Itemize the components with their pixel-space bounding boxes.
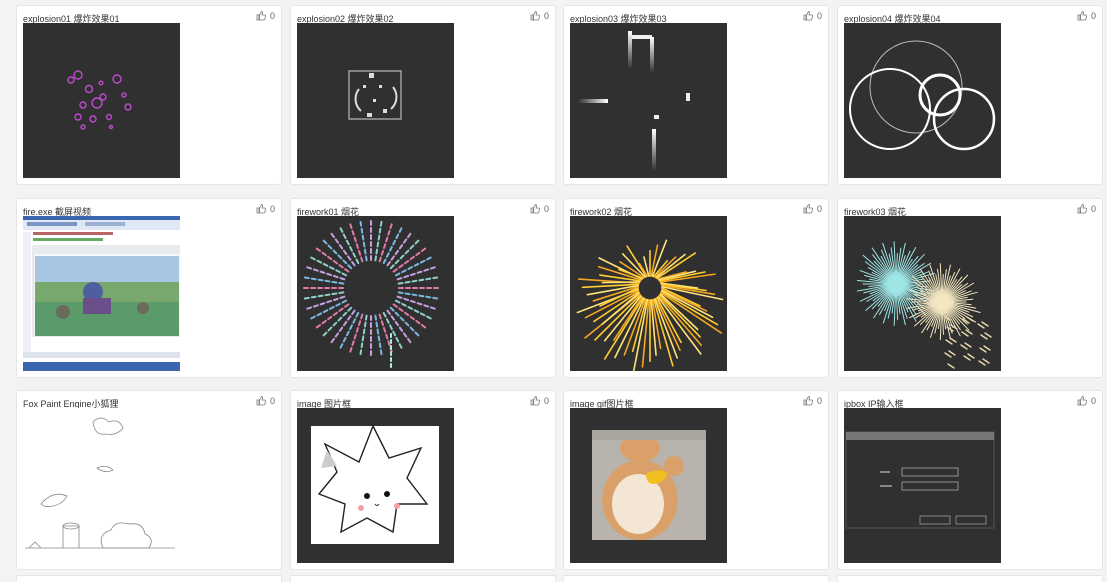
like-count: 0 xyxy=(816,396,822,406)
thumbnail[interactable] xyxy=(570,23,727,178)
project-card[interactable]: firework03 烟花 0 xyxy=(837,198,1103,378)
like-count: 0 xyxy=(816,11,822,21)
like-button[interactable]: 0 xyxy=(1077,11,1096,21)
project-card-partial xyxy=(563,575,829,582)
project-card-partial xyxy=(837,575,1103,582)
gif-preview xyxy=(592,430,706,540)
like-count: 0 xyxy=(543,396,549,406)
like-button[interactable]: 0 xyxy=(1077,204,1096,214)
project-card-partial xyxy=(290,575,556,582)
like-button[interactable]: 0 xyxy=(803,11,822,21)
screen-recording-preview xyxy=(23,216,180,371)
thumbs-up-icon xyxy=(1077,204,1087,214)
thumbnail[interactable] xyxy=(23,408,180,563)
thumbs-up-icon xyxy=(803,11,813,21)
thumbnail[interactable] xyxy=(844,408,1001,563)
like-count: 0 xyxy=(543,204,549,214)
project-card[interactable]: explosion01 爆炸效果01 0 xyxy=(16,5,282,185)
thumbs-up-icon xyxy=(530,396,540,406)
like-count: 0 xyxy=(1090,11,1096,21)
thumbnail[interactable] xyxy=(23,216,180,371)
thumbs-up-icon xyxy=(256,396,266,406)
thumbnail[interactable] xyxy=(23,23,180,178)
explosion-preview xyxy=(348,70,402,120)
project-card-partial xyxy=(16,575,282,582)
thumbnail[interactable] xyxy=(844,216,1001,371)
like-button[interactable]: 0 xyxy=(803,396,822,406)
project-card[interactable]: firework02 烟花 0 xyxy=(563,198,829,378)
project-card[interactable]: image gif图片框 0 xyxy=(563,390,829,570)
project-card[interactable]: ipbox IP输入框 0 xyxy=(837,390,1103,570)
like-count: 0 xyxy=(816,204,822,214)
thumbs-up-icon xyxy=(1077,11,1087,21)
project-card[interactable]: image 图片框 0 xyxy=(290,390,556,570)
like-count: 0 xyxy=(269,11,275,21)
like-count: 0 xyxy=(543,11,549,21)
explosion-preview xyxy=(578,31,690,171)
explosion-preview xyxy=(849,40,996,151)
like-button[interactable]: 0 xyxy=(256,11,275,21)
thumbs-up-icon xyxy=(1077,396,1087,406)
like-count: 0 xyxy=(269,396,275,406)
thumbnail[interactable] xyxy=(297,408,454,563)
firework-preview xyxy=(576,239,724,371)
project-card[interactable]: explosion03 爆炸效果03 0 xyxy=(563,5,829,185)
thumbnail[interactable] xyxy=(570,216,727,371)
project-card[interactable]: explosion02 爆炸效果02 0 xyxy=(290,5,556,185)
thumbnail[interactable] xyxy=(297,216,454,371)
thumbnail[interactable] xyxy=(844,23,1001,178)
firework-preview xyxy=(303,220,439,368)
thumbs-up-icon xyxy=(530,204,540,214)
sketch-preview xyxy=(25,417,175,549)
explosion-preview xyxy=(67,70,132,130)
project-card[interactable]: explosion04 爆炸效果04 0 xyxy=(837,5,1103,185)
project-card[interactable]: fire.exe 截屏视频 0 xyxy=(16,198,282,378)
thumbnail[interactable] xyxy=(570,408,727,563)
like-button[interactable]: 0 xyxy=(803,204,822,214)
firework-preview xyxy=(856,241,992,369)
thumbnail[interactable] xyxy=(297,23,454,178)
project-card[interactable]: firework01 烟花 0 xyxy=(290,198,556,378)
like-count: 0 xyxy=(1090,396,1096,406)
thumbs-up-icon xyxy=(530,11,540,21)
thumbs-up-icon xyxy=(256,11,266,21)
like-count: 0 xyxy=(1090,204,1096,214)
image-preview xyxy=(311,424,439,544)
like-button[interactable]: 0 xyxy=(530,396,549,406)
thumbs-up-icon xyxy=(803,396,813,406)
like-button[interactable]: 0 xyxy=(530,204,549,214)
thumbs-up-icon xyxy=(256,204,266,214)
ipbox-preview xyxy=(845,431,995,529)
like-button[interactable]: 0 xyxy=(530,11,549,21)
thumbs-up-icon xyxy=(803,204,813,214)
like-count: 0 xyxy=(269,204,275,214)
like-button[interactable]: 0 xyxy=(256,204,275,214)
like-button[interactable]: 0 xyxy=(1077,396,1096,406)
project-card[interactable]: Fox Paint Engine小狐狸 0 xyxy=(16,390,282,570)
like-button[interactable]: 0 xyxy=(256,396,275,406)
